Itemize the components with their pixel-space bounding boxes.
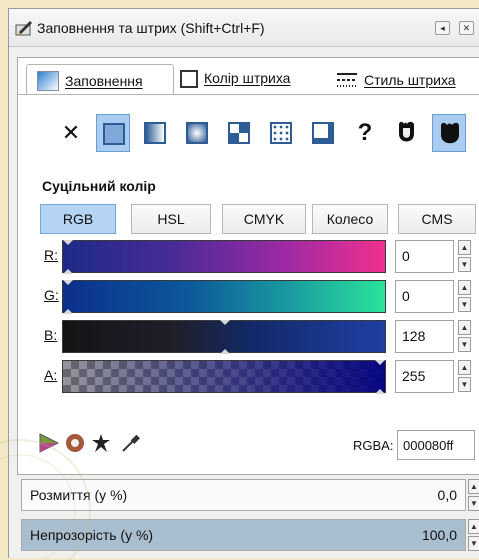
channel-g-marker[interactable]: [63, 309, 73, 314]
channel-g-input[interactable]: 0: [395, 280, 454, 313]
mode-hsl-button[interactable]: HSL: [131, 204, 211, 234]
mode-rgb-button[interactable]: RGB: [40, 204, 116, 234]
opacity-value: 100,0: [421, 527, 457, 543]
stroke-paint-icon: [180, 70, 198, 88]
swatch-icon: [312, 122, 334, 144]
fill-rule-evenodd-icon: [399, 121, 414, 142]
blur-spinner[interactable]: ▲ ▼: [468, 479, 479, 511]
fill-type-toolbar: ✕ ?: [18, 114, 479, 154]
linear-gradient-icon: [144, 122, 166, 144]
fill-rule-nonzero-button[interactable]: [432, 114, 466, 152]
channel-g-marker-top: [63, 280, 73, 285]
spin-up-icon[interactable]: ▲: [458, 360, 471, 375]
channel-r-label: R:: [44, 247, 58, 263]
spin-down-icon[interactable]: ▼: [468, 496, 479, 511]
channel-a-slider[interactable]: [62, 360, 386, 394]
linear-gradient-button[interactable]: [138, 114, 172, 152]
pattern-icon: [270, 122, 292, 144]
spin-up-icon[interactable]: ▲: [468, 519, 479, 534]
channel-r-marker[interactable]: [63, 269, 73, 274]
channel-a-input[interactable]: 255: [395, 360, 454, 393]
channel-g-label: G:: [44, 287, 59, 303]
channel-b-label: B:: [44, 327, 58, 343]
channel-g-spinner[interactable]: ▲ ▼: [458, 280, 471, 313]
channel-g-slider[interactable]: [62, 280, 386, 314]
channel-a-spinner[interactable]: ▲ ▼: [458, 360, 471, 393]
flat-color-button[interactable]: [96, 114, 130, 152]
spin-up-icon[interactable]: ▲: [458, 240, 471, 255]
fill-stroke-app-icon: [15, 21, 32, 36]
mode-wheel-button[interactable]: Колесо: [312, 204, 388, 234]
spin-up-icon[interactable]: ▲: [458, 320, 471, 335]
radial-gradient-button[interactable]: [180, 114, 214, 152]
spin-down-icon[interactable]: ▼: [458, 377, 471, 392]
channel-r-slider[interactable]: [62, 240, 386, 274]
fill-panel: Заповнення Колір штриха Стиль штриха ✕ ?…: [17, 57, 479, 475]
channel-r-marker-top: [63, 240, 73, 245]
fill-rule-nonzero-icon: [441, 122, 459, 144]
spin-down-icon[interactable]: ▼: [458, 297, 471, 312]
channel-b-spinner[interactable]: ▲ ▼: [458, 320, 471, 353]
radial-gradient-icon: [186, 122, 208, 144]
dialog-titlebar: Заповнення та штрих (Shift+Ctrl+F) ◂ ✕: [9, 9, 479, 47]
unset-paint-button[interactable]: ?: [348, 114, 382, 152]
mesh-gradient-button[interactable]: [222, 114, 256, 152]
tab-stroke-style[interactable]: Стиль штриха: [336, 64, 479, 94]
tab-fill[interactable]: Заповнення: [26, 64, 174, 94]
swatch-button[interactable]: [306, 114, 340, 152]
tab-bar: Заповнення Колір штриха Стиль штриха: [18, 58, 479, 96]
fill-rule-evenodd-button[interactable]: [390, 114, 424, 152]
channel-b-marker[interactable]: [219, 349, 230, 354]
mesh-gradient-icon: [228, 122, 250, 144]
channel-b-marker-top: [219, 320, 230, 325]
dialog-title: Заповнення та штрих (Shift+Ctrl+F): [37, 20, 265, 36]
rgba-label: RGBA:: [353, 438, 394, 453]
spin-down-icon[interactable]: ▼: [458, 337, 471, 352]
blur-value: 0,0: [437, 487, 457, 503]
fill-swatch-icon: [37, 71, 59, 91]
spin-down-icon[interactable]: ▼: [458, 257, 471, 272]
no-paint-icon: ✕: [61, 120, 81, 145]
channel-b-slider[interactable]: [62, 320, 386, 354]
mode-cmyk-button[interactable]: CMYK: [222, 204, 306, 234]
flat-color-heading: Суцільний колір: [42, 178, 156, 194]
channel-a-marker[interactable]: [375, 389, 385, 394]
stroke-style-icon: [337, 73, 357, 87]
channel-r-spinner[interactable]: ▲ ▼: [458, 240, 471, 273]
flat-color-icon: [103, 123, 125, 145]
pattern-button[interactable]: [264, 114, 298, 152]
rgba-input[interactable]: 000080ff: [397, 430, 475, 460]
opacity-spinner[interactable]: ▲ ▼: [468, 519, 479, 551]
unset-paint-icon: ?: [357, 119, 373, 146]
close-dialog-button[interactable]: ✕: [459, 21, 474, 35]
tab-divider: [18, 94, 479, 95]
spin-up-icon[interactable]: ▲: [458, 280, 471, 295]
mode-cms-button[interactable]: CMS: [398, 204, 476, 234]
eyedropper-icon[interactable]: [120, 432, 142, 454]
channel-a-marker-top: [375, 360, 385, 365]
background-watermark: [0, 439, 91, 560]
spin-down-icon[interactable]: ▼: [468, 536, 479, 551]
channel-a-label: A:: [44, 367, 58, 383]
collapse-dialog-button[interactable]: ◂: [435, 21, 450, 35]
channel-b-input[interactable]: 128: [395, 320, 454, 353]
tab-stroke-paint[interactable]: Колір штриха: [180, 64, 330, 94]
no-paint-button[interactable]: ✕: [54, 114, 88, 152]
spin-up-icon[interactable]: ▲: [468, 479, 479, 494]
channel-r-input[interactable]: 0: [395, 240, 454, 273]
